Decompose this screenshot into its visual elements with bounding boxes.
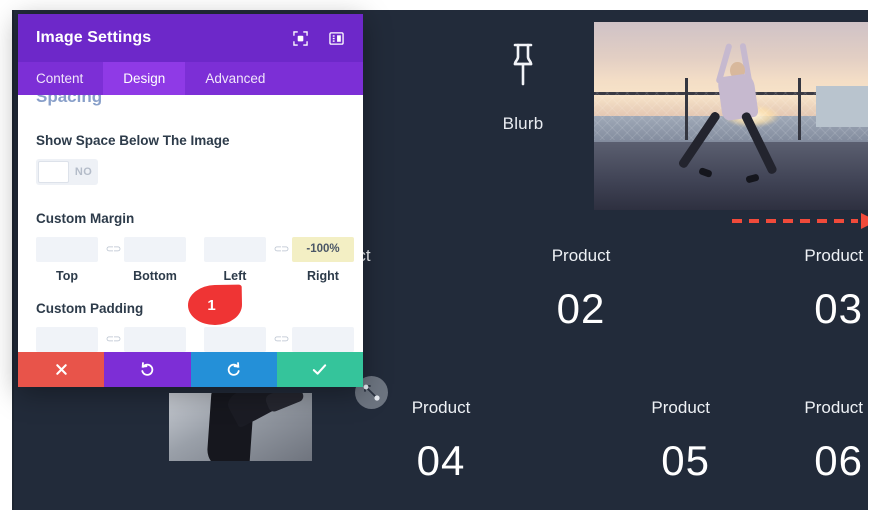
cancel-button[interactable] bbox=[18, 352, 105, 387]
modal-header: Image Settings bbox=[18, 14, 363, 62]
hero-fence-post bbox=[798, 78, 802, 141]
product-name: Product bbox=[804, 398, 863, 417]
hero-runner-figure bbox=[677, 42, 779, 190]
checkmark-icon bbox=[313, 364, 327, 375]
padding-left-input[interactable] bbox=[204, 327, 266, 352]
blurb-label: Blurb bbox=[502, 114, 544, 133]
margin-top-input[interactable] bbox=[36, 237, 98, 262]
margin-bottom-field-wrap[interactable]: Bottom bbox=[124, 237, 186, 283]
margin-top-caption: Top bbox=[56, 269, 78, 283]
margin-bottom-caption: Bottom bbox=[133, 269, 177, 283]
modal-footer-actions bbox=[18, 352, 363, 387]
tab-advanced[interactable]: Advanced bbox=[185, 62, 285, 95]
modal-body: Spacing Show Space Below The Image NO Cu… bbox=[18, 95, 363, 352]
padding-right-input[interactable] bbox=[292, 327, 354, 352]
focus-target-icon[interactable] bbox=[287, 25, 313, 51]
screenshot-root: Blurb nt t in the this text Product 01 bbox=[0, 0, 880, 519]
close-icon bbox=[55, 364, 67, 375]
callout-number: 1 bbox=[207, 296, 216, 314]
section-title-spacing: Spacing bbox=[36, 95, 103, 106]
show-space-toggle-wrap[interactable]: NO bbox=[18, 159, 363, 185]
padding-right-field-wrap[interactable]: Right bbox=[292, 327, 354, 352]
margin-vertical-group: Top ⊂⊃ Bottom bbox=[36, 237, 190, 283]
padding-bottom-input[interactable] bbox=[124, 327, 186, 352]
modal-title: Image Settings bbox=[36, 29, 152, 46]
product-number: 06 bbox=[814, 437, 863, 484]
padding-top-input[interactable] bbox=[36, 327, 98, 352]
undo-icon bbox=[141, 362, 154, 376]
product-cell[interactable]: Product 06 bbox=[605, 398, 863, 482]
product-row-2: Product 04 Product 05 Product 06 bbox=[30, 398, 866, 510]
annotation-arrow-line bbox=[732, 219, 858, 223]
link-values-icon[interactable]: ⊂⊃ bbox=[102, 237, 124, 262]
margin-right-input[interactable]: -100% bbox=[292, 237, 354, 262]
margin-left-caption: Left bbox=[223, 269, 247, 283]
margin-top-field-wrap[interactable]: Top bbox=[36, 237, 98, 283]
hero-fence-post bbox=[684, 78, 688, 141]
annotation-arrow bbox=[732, 213, 868, 229]
undo-button[interactable] bbox=[104, 352, 191, 387]
padding-top-field-wrap[interactable]: Top bbox=[36, 327, 98, 352]
layout-panel-icon[interactable] bbox=[323, 25, 349, 51]
custom-margin-row: Top ⊂⊃ Bottom Left ⊂⊃ -100% Right bbox=[18, 237, 363, 283]
product-name: Product bbox=[804, 246, 863, 265]
tab-design[interactable]: Design bbox=[103, 62, 186, 95]
hero-image[interactable] bbox=[594, 22, 868, 210]
margin-horizontal-group: Left ⊂⊃ -100% Right bbox=[204, 237, 358, 283]
margin-row-actions bbox=[358, 237, 363, 263]
margin-left-field-wrap[interactable]: Left bbox=[204, 237, 266, 283]
padding-row-actions bbox=[358, 327, 363, 352]
padding-horizontal-group: Left ⊂⊃ Right bbox=[204, 327, 358, 352]
margin-right-caption: Right bbox=[307, 269, 339, 283]
tab-content[interactable]: Content bbox=[18, 62, 103, 95]
toggle-value-label: NO bbox=[74, 166, 93, 178]
custom-padding-row: Top ⊂⊃ Bottom Left ⊂⊃ bbox=[18, 327, 363, 352]
toggle-knob bbox=[38, 161, 69, 183]
pin-icon bbox=[503, 40, 543, 92]
link-values-icon[interactable]: ⊂⊃ bbox=[102, 327, 124, 352]
annotation-arrow-head bbox=[861, 213, 868, 229]
padding-vertical-group: Top ⊂⊃ Bottom bbox=[36, 327, 190, 352]
link-values-icon[interactable]: ⊂⊃ bbox=[270, 327, 292, 352]
reset-icon[interactable] bbox=[358, 238, 363, 263]
canvas-left-edge bbox=[12, 10, 14, 510]
figure-shoe-right bbox=[745, 173, 760, 184]
product-number: 03 bbox=[814, 285, 863, 332]
padding-bottom-field-wrap[interactable]: Bottom bbox=[124, 327, 186, 352]
modal-tab-bar[interactable]: Content Design Advanced bbox=[18, 62, 363, 95]
show-space-below-image-toggle[interactable]: NO bbox=[36, 159, 98, 185]
margin-bottom-input[interactable] bbox=[124, 237, 186, 262]
blurb-module[interactable]: Blurb bbox=[464, 40, 582, 134]
link-values-icon[interactable]: ⊂⊃ bbox=[270, 237, 292, 262]
margin-right-field-wrap[interactable]: -100% Right bbox=[292, 237, 354, 283]
margin-left-input[interactable] bbox=[204, 237, 266, 262]
save-button[interactable] bbox=[276, 352, 363, 387]
redo-icon bbox=[227, 362, 240, 376]
image-settings-modal[interactable]: Image Settings Content Design Advanced S… bbox=[18, 14, 363, 387]
hero-building bbox=[816, 85, 868, 128]
callout-badge-1: 1 bbox=[187, 284, 243, 326]
redo-button[interactable] bbox=[190, 352, 277, 387]
custom-margin-label: Custom Margin bbox=[36, 211, 135, 226]
figure-torso bbox=[717, 72, 760, 122]
product-cell[interactable]: Product 03 bbox=[605, 246, 863, 330]
toggle-field-label: Show Space Below The Image bbox=[36, 133, 230, 148]
resize-arrows-icon bbox=[363, 384, 380, 401]
responsive-device-icon[interactable] bbox=[358, 328, 363, 352]
padding-left-field-wrap[interactable]: Left bbox=[204, 327, 266, 352]
